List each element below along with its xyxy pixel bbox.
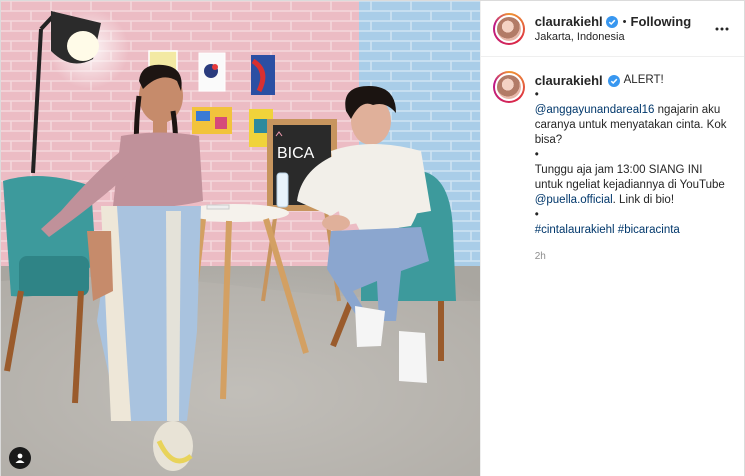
caption-username[interactable]: claurakiehl xyxy=(535,73,603,88)
post-details-panel: claurakiehl • Following Jakarta, Indones… xyxy=(479,1,744,476)
post-header: claurakiehl • Following Jakarta, Indones… xyxy=(480,1,744,57)
user-tag-icon[interactable] xyxy=(9,447,31,469)
post-location[interactable]: Jakarta, Indonesia xyxy=(535,31,712,43)
author-avatar[interactable] xyxy=(492,12,525,45)
water-bottle xyxy=(276,172,289,208)
caption-bullet: • xyxy=(534,89,539,101)
post-photo[interactable]: BICA xyxy=(1,1,480,476)
mention-link-user[interactable]: @anggayunandareal16 xyxy=(535,104,655,116)
author-username[interactable]: claurakiehl xyxy=(535,14,603,29)
man-sneaker-right xyxy=(399,331,427,383)
verified-badge-icon xyxy=(605,15,618,28)
caption-line-2: Tunggu aja jam 13:00 SIANG INI untuk nge… xyxy=(535,163,732,208)
caption-author-avatar[interactable] xyxy=(492,71,525,103)
more-options-icon[interactable] xyxy=(712,19,732,39)
verified-badge-icon xyxy=(607,74,620,87)
caption-line-2-text: Tunggu aja jam 13:00 SIANG INI untuk nge… xyxy=(534,164,725,191)
caption-line-2-end: . Link di bio! xyxy=(612,194,675,206)
caption-line-1: @anggayunandareal16 ngajarin aku caranya… xyxy=(535,103,732,148)
mention-link-channel[interactable]: @puella.official xyxy=(535,194,613,206)
instagram-post-view: BICA claurakiehl • Following Jakarta, In… xyxy=(0,0,745,476)
man-sneaker-left xyxy=(355,306,385,347)
chalkboard-text: BICA xyxy=(277,145,315,162)
author-info: claurakiehl • Following Jakarta, Indones… xyxy=(535,14,712,43)
caption-headline: ALERT! xyxy=(623,74,664,86)
hashtag-links[interactable]: #cintalaurakiehl #bicaracinta xyxy=(535,223,732,238)
photo-illustration: BICA xyxy=(1,1,480,476)
post-timestamp[interactable]: 2h xyxy=(535,249,732,264)
caption-body: claurakiehl ALERT! • @anggayunandareal16… xyxy=(535,73,732,264)
caption-bullet: • xyxy=(534,149,539,161)
separator-dot: • xyxy=(622,15,627,28)
post-caption: claurakiehl ALERT! • @anggayunandareal16… xyxy=(481,57,744,264)
follow-status-button[interactable]: Following xyxy=(631,14,692,29)
caption-bullet: • xyxy=(534,209,539,221)
